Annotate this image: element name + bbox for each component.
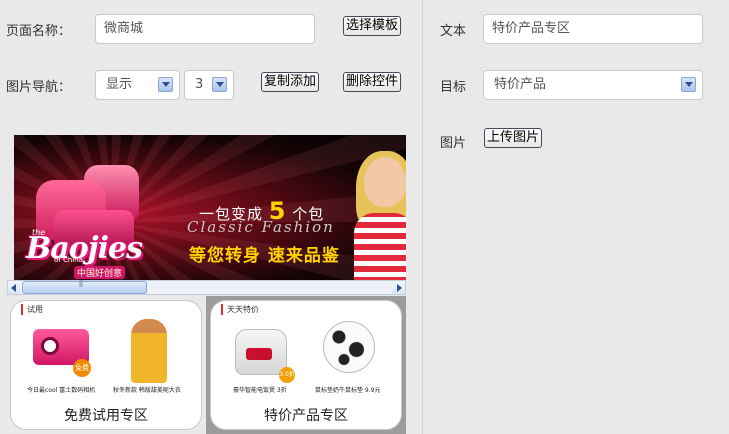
target-label: 目标 xyxy=(440,80,467,95)
count-select-value: 3 xyxy=(195,77,204,92)
text-label: 文本 xyxy=(440,24,467,39)
banner-logo: Baojies xyxy=(26,231,143,266)
card-tag: 试用 xyxy=(21,304,43,315)
coat-model-image xyxy=(131,319,167,383)
target-select[interactable]: 特价产品 xyxy=(483,70,703,100)
page-name-label: 页面名称： xyxy=(6,24,72,39)
product-caption: 豪华智能电饭煲 3折 xyxy=(233,387,287,394)
image-nav-label: 图片导航： xyxy=(6,80,72,95)
text-input[interactable]: 特价产品专区 xyxy=(483,14,703,44)
product-caption: 今日最cool 富士数码相机 xyxy=(27,387,96,394)
banner-logo-small: of China xyxy=(54,256,83,264)
target-select-value: 特价产品 xyxy=(494,77,547,92)
rice-cooker-image xyxy=(235,329,287,375)
product-caption: 鼠标垫奶牛鼠标垫 9.9元 xyxy=(315,387,381,394)
mousepad-image xyxy=(323,321,375,373)
banner-slogan-cn: 等您转身 速来品鉴 xyxy=(189,246,340,266)
count-select[interactable]: 3 xyxy=(184,70,234,100)
scroll-left-icon[interactable] xyxy=(8,281,21,294)
horizontal-scrollbar[interactable] xyxy=(7,280,406,295)
chevron-down-icon xyxy=(212,77,227,92)
card-caption: 免费试用专区 xyxy=(64,408,148,424)
card-tag: 天天特价 xyxy=(221,304,259,315)
banner-logo-sub: 中国好创意 xyxy=(74,266,126,279)
model-face-graphic xyxy=(364,157,406,207)
discount-badge: 3.0折 xyxy=(279,367,295,383)
banner-slogan-en: Classic Fashion xyxy=(187,218,335,236)
promo-card-special-offer[interactable]: 天天特价 3.0折 豪华智能电饭煲 3折 鼠标垫奶牛鼠标垫 9.9元 特价产品专… xyxy=(210,300,402,430)
page-name-input[interactable]: 微商城 xyxy=(95,14,315,44)
panel-divider xyxy=(422,0,423,434)
free-badge: 免费 xyxy=(73,359,91,377)
scroll-right-icon[interactable] xyxy=(392,281,405,294)
model-dress-graphic xyxy=(354,213,406,280)
display-select-value: 显示 xyxy=(106,77,133,92)
product-caption: 秋冬新款 韩版甜美呢大衣 xyxy=(113,387,181,394)
card-caption: 特价产品专区 xyxy=(264,408,348,424)
display-select[interactable]: 显示 xyxy=(95,70,180,100)
scrollbar-thumb[interactable] xyxy=(22,280,147,294)
choose-template-button[interactable]: 选择模板 xyxy=(343,16,401,36)
delete-control-button[interactable]: 删除控件 xyxy=(343,72,401,92)
chevron-down-icon xyxy=(681,77,696,92)
chevron-down-icon xyxy=(158,77,173,92)
banner-image: the Baojies of China 中国好创意 一包变成 5 个包 Cla… xyxy=(14,135,406,280)
promo-card-free-trial[interactable]: 试用 免费 今日最cool 富士数码相机 秋冬新款 韩版甜美呢大衣 免费试用专区 xyxy=(10,300,202,430)
copy-add-button[interactable]: 复制添加 xyxy=(261,72,319,92)
upload-image-button[interactable]: 上传图片 xyxy=(484,128,542,148)
image-label: 图片 xyxy=(440,136,467,151)
